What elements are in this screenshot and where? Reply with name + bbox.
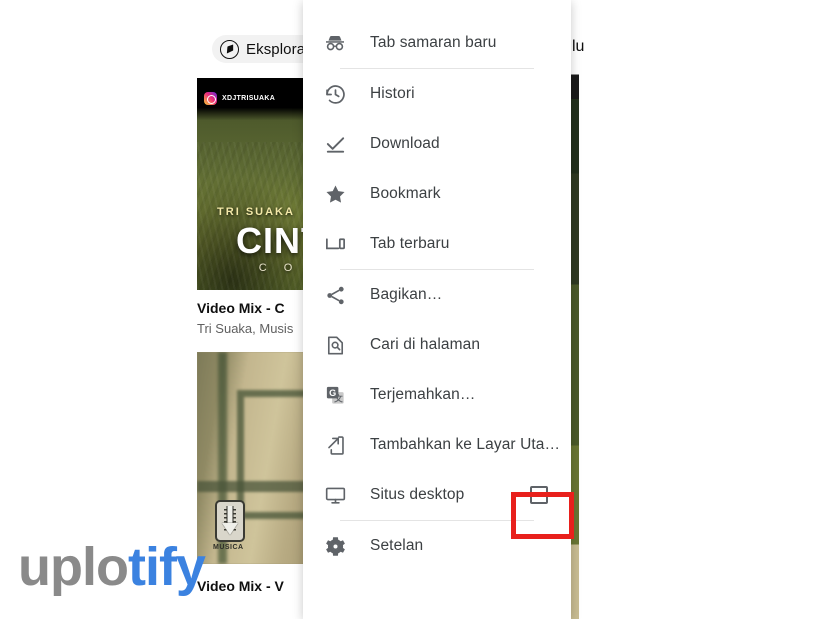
- instagram-watermark: XDJTRISUAKA: [204, 92, 275, 105]
- menu-item-downloads[interactable]: Download: [303, 119, 571, 169]
- menu-item-translate[interactable]: G 文 Terjemahkan…: [303, 370, 571, 420]
- menu-item-add-to-home-screen[interactable]: Tambahkan ke Layar Uta…: [303, 420, 571, 470]
- menu-item-label: Setelan: [370, 537, 424, 554]
- menu-item-label: Terjemahkan…: [370, 386, 476, 403]
- browser-overflow-menu[interactable]: Tab samaran baru Histori Download Bookma…: [303, 0, 571, 619]
- menu-item-history[interactable]: Histori: [303, 69, 571, 119]
- uplotify-watermark: uplotify: [18, 536, 206, 598]
- instagram-icon: [204, 92, 217, 105]
- recent-tabs-icon: [322, 231, 348, 257]
- menu-item-desktop-site[interactable]: Situs desktop: [303, 470, 571, 520]
- menu-top-spacer: [303, 0, 571, 18]
- find-in-page-icon: [322, 332, 348, 358]
- badge-stripes: [224, 509, 236, 531]
- svg-text:文: 文: [333, 392, 343, 403]
- translate-icon: G 文: [322, 382, 348, 408]
- menu-item-find-in-page[interactable]: Cari di halaman: [303, 320, 571, 370]
- thumbnail-subtitle-text: C O: [258, 262, 300, 274]
- thumbnail-artist-text: TRI SUAKA: [217, 206, 295, 218]
- down-arrow-icon: [221, 506, 239, 536]
- instagram-handle: XDJTRISUAKA: [222, 95, 276, 102]
- menu-item-bookmarks[interactable]: Bookmark: [303, 169, 571, 219]
- watermark-part-2: tify: [127, 537, 206, 597]
- menu-item-share[interactable]: Bagikan…: [303, 270, 571, 320]
- star-icon: [322, 181, 348, 207]
- watermark-part-1: uplo: [18, 537, 129, 597]
- menu-item-new-incognito-tab[interactable]: Tab samaran baru: [303, 18, 571, 68]
- gear-icon: [322, 533, 348, 559]
- menu-item-label: Histori: [370, 85, 415, 102]
- right-edge-partial-text: lu: [572, 38, 585, 55]
- menu-item-label: Tambahkan ke Layar Uta…: [370, 436, 561, 453]
- menu-item-settings[interactable]: Setelan: [303, 521, 571, 571]
- menu-item-recent-tabs[interactable]: Tab terbaru: [303, 219, 571, 269]
- page-right-edge-sliver: [570, 0, 579, 619]
- video-card-2-thumbnail[interactable]: MUSICA: [197, 352, 315, 564]
- history-icon: [322, 81, 348, 107]
- add-to-home-screen-icon: [322, 432, 348, 458]
- video-card-2-title[interactable]: Video Mix - V: [197, 578, 284, 594]
- desktop-site-checkbox[interactable]: [530, 486, 548, 504]
- download-check-icon: [322, 131, 348, 157]
- musica-badge-icon: [215, 500, 245, 542]
- menu-item-label: Bookmark: [370, 185, 441, 202]
- menu-item-label: Bagikan…: [370, 286, 443, 303]
- screenshot-root: Eksplorasi XDJTRISUAKA TRI SUAKA CINT C …: [0, 0, 813, 619]
- menu-item-label: Download: [370, 135, 440, 152]
- incognito-icon: [322, 30, 348, 56]
- thumbnail-title-text: CINT: [236, 220, 315, 261]
- musica-badge-label: MUSICA: [213, 544, 244, 551]
- menu-item-label: Cari di halaman: [370, 336, 481, 353]
- thumbnail-band: [197, 481, 315, 493]
- menu-item-label: Tab terbaru: [370, 235, 450, 252]
- share-icon: [322, 282, 348, 308]
- compass-icon: [220, 39, 239, 59]
- menu-item-label: Situs desktop: [370, 486, 465, 503]
- menu-item-label: Tab samaran baru: [370, 34, 497, 51]
- desktop-icon: [322, 482, 348, 508]
- video-card-1-thumbnail[interactable]: XDJTRISUAKA TRI SUAKA CINT C O: [197, 78, 315, 290]
